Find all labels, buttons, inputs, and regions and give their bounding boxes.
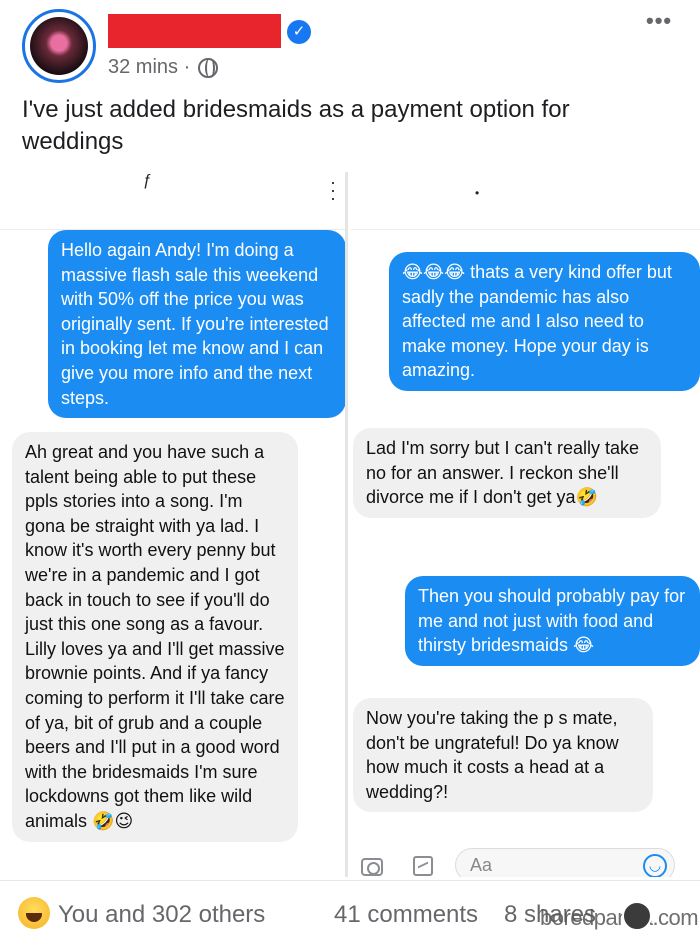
page-avatar[interactable]: [22, 9, 96, 83]
globe-icon: [198, 57, 219, 78]
post-footer: You and 302 others 41 comments 8 shares …: [0, 880, 700, 942]
post-timestamp[interactable]: 32 mins ·: [108, 56, 190, 79]
chat-top-bar: •: [351, 172, 700, 230]
redacted-page-name: [108, 14, 281, 48]
chat-top-bar: ƒ · · ·: [0, 172, 345, 230]
messenger-screenshot-right: • 😂😂😂 thats a very kind offer but sadly …: [351, 172, 700, 877]
watermark: boredpanda.com: [540, 905, 699, 930]
post-meta: 32 mins ·: [108, 56, 219, 79]
top-mark: ƒ: [143, 172, 152, 189]
verified-badge-icon: ✓: [287, 20, 311, 44]
post-header: ✓ ••• 32 mins · I've just added bridesma…: [0, 0, 700, 170]
haha-reaction-icon: [18, 897, 50, 929]
message-received: Ah great and you have such a talent bein…: [12, 432, 298, 842]
message-sent: Then you should probably pay for me and …: [405, 576, 700, 666]
comments-count[interactable]: 41 comments: [334, 901, 478, 929]
message-sent: 😂😂😂 thats a very kind offer but sadly th…: [389, 252, 700, 391]
avatar-image: [30, 17, 88, 75]
reactions-count[interactable]: You and 302 others: [58, 901, 265, 929]
message-sent: Hello again Andy! I'm doing a massive fl…: [48, 230, 345, 419]
messenger-screenshot-left: ƒ · · · Hello again Andy! I'm doing a mass…: [0, 172, 348, 877]
message-received: Now you're taking the p s mate, don't be…: [353, 698, 653, 813]
post-caption: I've just added bridesmaids as a payment…: [22, 96, 570, 155]
camera-icon[interactable]: [361, 858, 383, 876]
image-icon[interactable]: [413, 856, 433, 876]
kebab-menu-icon[interactable]: · · ·: [330, 173, 336, 207]
top-dot: •: [475, 186, 480, 200]
message-received: Lad I'm sorry but I can't really take no…: [353, 428, 661, 518]
message-input[interactable]: Aa: [455, 848, 675, 877]
more-options-icon[interactable]: •••: [646, 8, 672, 34]
emoji-icon[interactable]: ◡: [643, 854, 667, 877]
message-composer: Aa ◡: [351, 844, 700, 877]
watermark-avatar: [622, 901, 652, 931]
